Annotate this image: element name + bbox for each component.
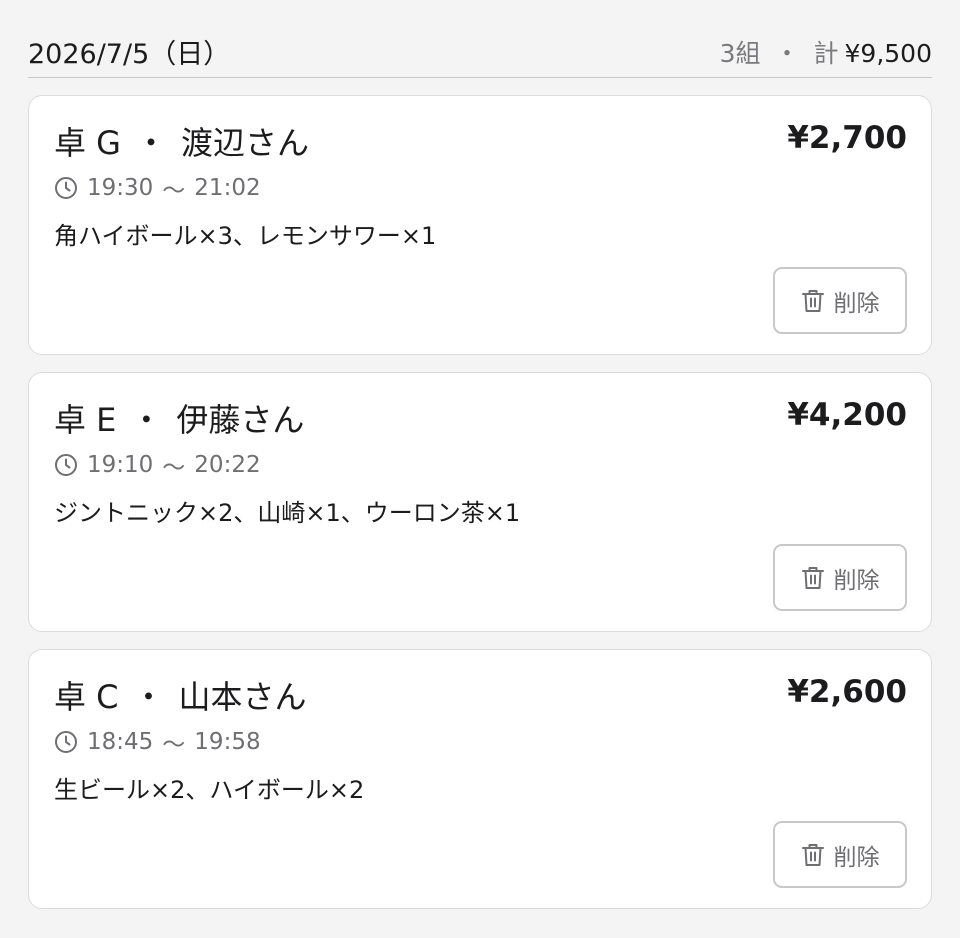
summary-separator: ・: [774, 39, 800, 68]
clock-icon: [55, 454, 77, 476]
order-items: ジントニック×2、山崎×1、ウーロン茶×1: [54, 499, 521, 527]
order-items: 生ビール×2、ハイボール×2: [54, 776, 365, 804]
group-count: 3組: [719, 39, 761, 68]
table-number: 卓 G: [54, 124, 121, 162]
customer-name: 山本さん: [178, 678, 307, 716]
trash-icon: [801, 566, 824, 589]
delete-button[interactable]: 削除: [773, 821, 907, 888]
start-time: 19:30: [87, 175, 154, 201]
delete-button[interactable]: 削除: [773, 544, 907, 611]
header-date: 2026/7/5（日）: [28, 39, 231, 70]
day-header: 2026/7/5（日） 3組・計 ¥9,500: [28, 28, 932, 78]
start-time: 18:45: [87, 729, 154, 755]
table-number: 卓 E: [54, 401, 117, 439]
order-amount: ¥2,600: [787, 674, 907, 710]
order-title: 卓 E ・伊藤さん: [54, 395, 304, 441]
order-items: 角ハイボール×3、レモンサワー×1: [54, 222, 437, 250]
time-range-tilde: 〜: [162, 732, 186, 758]
delete-button[interactable]: 削除: [773, 267, 907, 334]
customer-name: 伊藤さん: [176, 401, 305, 439]
clock-icon: [55, 177, 77, 199]
customer-name: 渡辺さん: [181, 124, 310, 162]
end-time: 19:58: [194, 729, 261, 755]
delete-label: 削除: [833, 290, 880, 317]
order-title: 卓 C ・山本さん: [54, 672, 307, 718]
order-time: 19:30 〜 21:02: [54, 174, 261, 204]
order-title: 卓 G ・渡辺さん: [54, 118, 309, 164]
order-card: 卓 E ・伊藤さん ¥4,200 19:10 〜 20:22 ジントニック×2、山崎×…: [28, 372, 932, 632]
total-label: 計: [813, 39, 839, 68]
trash-icon: [801, 843, 824, 866]
order-time: 18:45 〜 19:58: [54, 728, 261, 758]
order-amount: ¥4,200: [787, 397, 907, 433]
order-card: 卓 G ・渡辺さん ¥2,700 19:30 〜 21:02 角ハイボール×3、レモン…: [28, 95, 932, 355]
order-time: 19:10 〜 20:22: [54, 451, 261, 481]
delete-label: 削除: [833, 567, 880, 594]
end-time: 21:02: [194, 175, 261, 201]
time-range-tilde: 〜: [162, 178, 186, 204]
title-separator: ・: [132, 678, 165, 716]
title-separator: ・: [134, 124, 167, 162]
time-range-tilde: 〜: [162, 455, 186, 481]
table-number: 卓 C: [54, 678, 119, 716]
total-amount: ¥9,500: [844, 39, 932, 68]
end-time: 20:22: [194, 452, 261, 478]
clock-icon: [55, 731, 77, 753]
order-amount: ¥2,700: [787, 120, 907, 156]
trash-icon: [801, 289, 824, 312]
order-card: 卓 C ・山本さん ¥2,600 18:45 〜 19:58 生ビール×2、ハイボール…: [28, 649, 932, 909]
start-time: 19:10: [87, 452, 154, 478]
title-separator: ・: [130, 401, 163, 439]
delete-label: 削除: [833, 844, 880, 871]
day-summary: 3組・計 ¥9,500: [720, 34, 932, 70]
